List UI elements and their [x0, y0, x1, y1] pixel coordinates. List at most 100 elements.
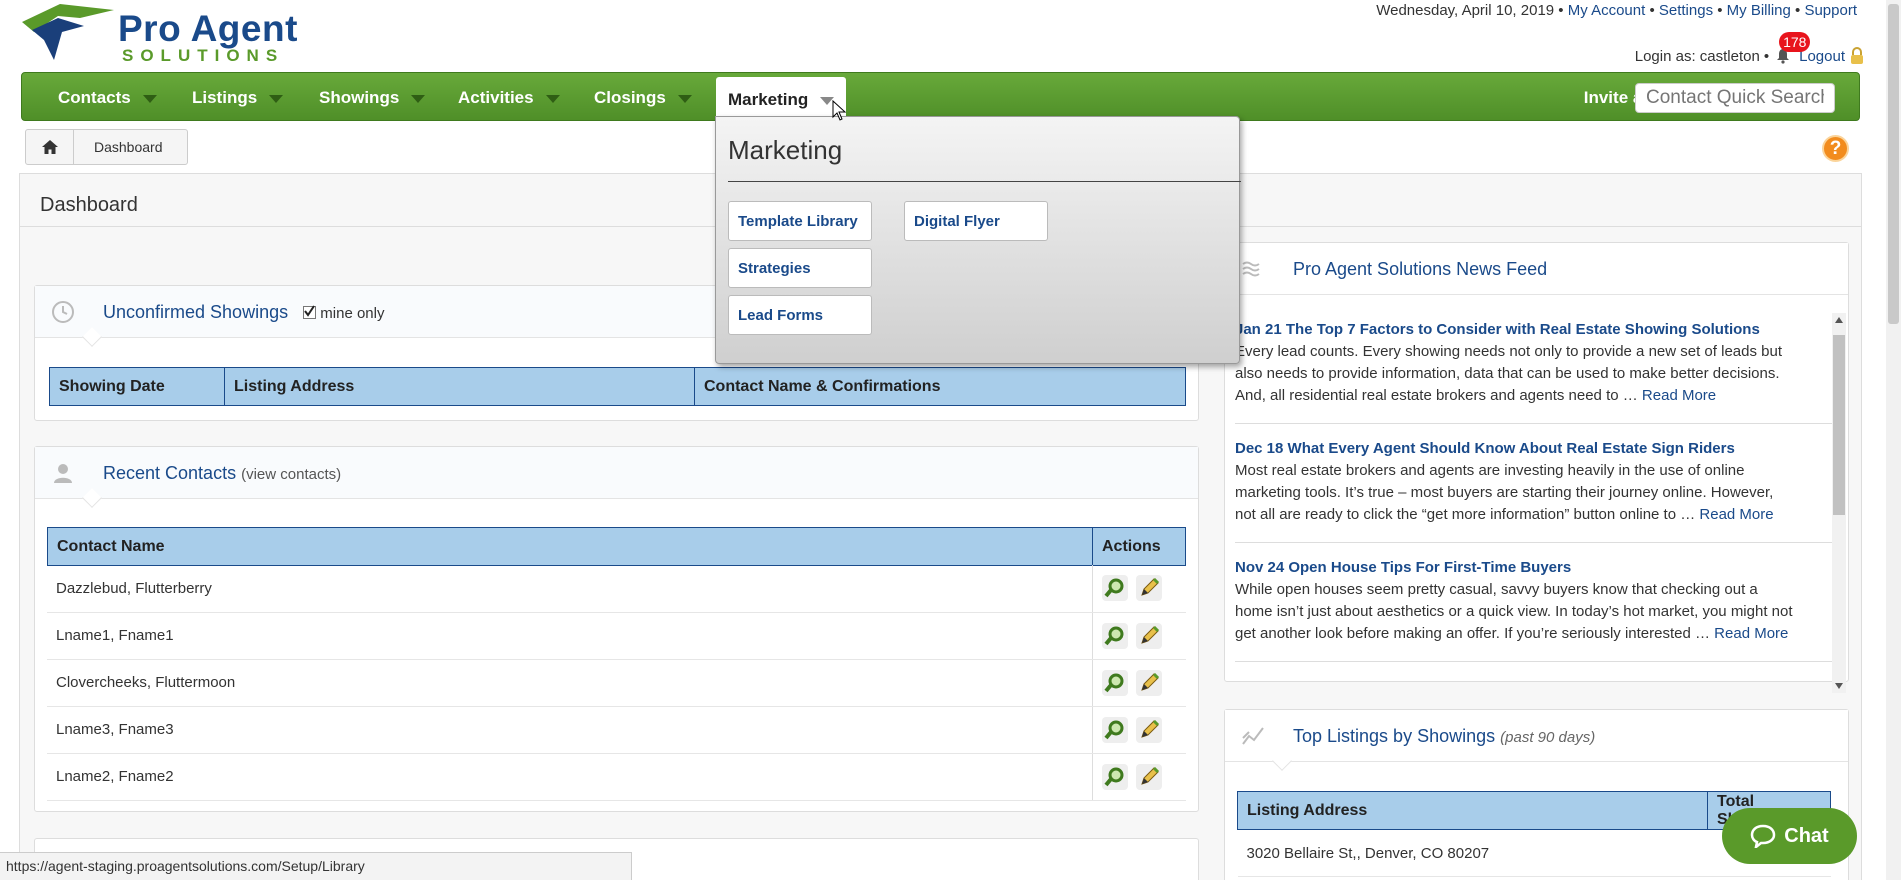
news-headline[interactable]: Jan 21 The Top 7 Factors to Consider wit…	[1235, 321, 1795, 338]
edit-icon[interactable]	[1135, 622, 1162, 649]
scroll-down-icon[interactable]	[1835, 683, 1843, 689]
news-feed-title: Pro Agent Solutions News Feed	[1293, 259, 1548, 279]
read-more-link[interactable]: Read More	[1699, 506, 1773, 523]
digital-flyer-button[interactable]: Digital Flyer	[904, 201, 1048, 241]
contact-name-cell: Lname1, Fname1	[47, 612, 1092, 660]
settings-link[interactable]: Settings	[1659, 2, 1713, 19]
template-library-button[interactable]: Template Library	[728, 201, 872, 241]
nav-contacts[interactable]: Contacts	[58, 73, 157, 122]
actions-cell	[1091, 612, 1186, 660]
contact-name-cell: Lname3, Fname3	[47, 706, 1092, 754]
news-item: Nov 24 Open House Tips For First-Time Bu…	[1235, 559, 1835, 662]
trend-chart-icon	[1242, 727, 1264, 745]
actions-cell	[1091, 753, 1186, 801]
main-nav: Contacts Listings Showings Activities Cl…	[21, 72, 1860, 123]
nav-listings[interactable]: Listings	[192, 73, 284, 122]
news-scrollbar[interactable]	[1832, 313, 1846, 693]
login-row: Login as: castleton • 178 Logout	[1634, 32, 1865, 66]
logo[interactable]: Pro Agent SOLUTIONS	[22, 2, 332, 65]
chat-button[interactable]: Chat	[1722, 808, 1857, 864]
nav-closings[interactable]: Closings	[594, 73, 692, 122]
my-account-link[interactable]: My Account	[1568, 2, 1646, 19]
top-links: Wednesday, April 10, 2019 • My Account •…	[1376, 2, 1857, 19]
col-contact-confirmations[interactable]: Contact Name & Confirmations	[694, 367, 1186, 406]
breadcrumb: Dashboard	[25, 129, 188, 165]
mouse-cursor-icon	[832, 100, 847, 121]
table-row[interactable]: Lname3, Fname3	[47, 706, 1186, 754]
notification-badge: 178	[1779, 32, 1811, 52]
home-icon[interactable]	[26, 130, 74, 164]
col-showing-date[interactable]: Showing Date	[49, 367, 225, 406]
listing-address-cell: 3020 Bellaire St,, Denver, CO 80207	[1237, 829, 1708, 877]
col-listing-address[interactable]: Listing Address	[1237, 791, 1708, 830]
nav-activities[interactable]: Activities	[458, 73, 560, 122]
marketing-dropdown: Marketing Template Library Digital Flyer…	[715, 116, 1241, 364]
mine-only-checkbox[interactable]	[303, 304, 317, 319]
col-actions: Actions	[1092, 527, 1186, 566]
actions-cell	[1091, 565, 1186, 613]
login-label: Login as: castleton	[1634, 47, 1760, 65]
feed-waves-icon	[1242, 261, 1260, 277]
edit-icon[interactable]	[1135, 669, 1162, 696]
top-listings-title: Top Listings by Showings (past 90 days)	[1293, 726, 1596, 746]
caret-down-icon	[677, 94, 692, 103]
logout-link[interactable]: Logout	[1799, 48, 1845, 65]
recent-contacts-table: Contact Name Actions	[47, 527, 1186, 566]
caret-down-icon	[545, 94, 560, 103]
news-item: Dec 18 What Every Agent Should Know Abou…	[1235, 440, 1835, 543]
page: Pro Agent SOLUTIONS Wednesday, April 10,…	[0, 0, 1901, 880]
view-icon[interactable]	[1101, 669, 1128, 696]
nav-showings[interactable]: Showings	[319, 73, 426, 122]
contact-quick-search-input[interactable]	[1635, 83, 1835, 113]
unconfirmed-showings-title: Unconfirmed Showings mine only	[103, 302, 385, 322]
notifications-bell-icon[interactable]: 178	[1773, 32, 1811, 66]
recent-contacts-body: Dazzlebud, Flutterberry Lname1, Fname1 Clo…	[47, 565, 1186, 801]
page-scrollbar[interactable]	[1886, 0, 1901, 880]
chat-bubble-icon	[1751, 824, 1776, 848]
support-link[interactable]: Support	[1804, 2, 1857, 19]
lead-forms-button[interactable]: Lead Forms	[728, 295, 872, 335]
logo-roof-icon	[22, 4, 114, 60]
logo-main-text: Pro Agent	[118, 8, 298, 49]
read-more-link[interactable]: Read More	[1642, 387, 1716, 404]
table-row[interactable]: Dazzlebud, Flutterberry	[47, 565, 1186, 613]
col-listing-address[interactable]: Listing Address	[224, 367, 695, 406]
news-scroll-thumb[interactable]	[1833, 335, 1845, 515]
edit-icon[interactable]	[1135, 575, 1162, 602]
dropdown-title: Marketing	[728, 135, 843, 165]
edit-icon[interactable]	[1135, 716, 1162, 743]
news-item: Jan 21 The Top 7 Factors to Consider wit…	[1235, 321, 1835, 424]
col-contact-name[interactable]: Contact Name	[47, 527, 1093, 566]
date-text: Wednesday, April 10, 2019	[1376, 2, 1555, 19]
actions-cell	[1091, 706, 1186, 754]
my-billing-link[interactable]: My Billing	[1727, 2, 1791, 19]
table-row[interactable]: Clovercheeks, Fluttermoon	[47, 659, 1186, 707]
unconfirmed-showings-table: Showing Date Listing Address Contact Nam…	[49, 367, 1186, 406]
edit-icon[interactable]	[1135, 763, 1162, 790]
view-icon[interactable]	[1101, 716, 1128, 743]
mine-only-label: mine only	[320, 305, 385, 322]
news-headline[interactable]: Nov 24 Open House Tips For First-Time Bu…	[1235, 559, 1795, 576]
logo-sub-text: SOLUTIONS	[122, 46, 285, 65]
help-icon[interactable]: ?	[1822, 135, 1849, 162]
caret-down-icon	[142, 94, 157, 103]
contact-name-cell: Clovercheeks, Fluttermoon	[47, 659, 1092, 707]
table-row[interactable]: Lname2, Fname2	[47, 753, 1186, 801]
strategies-button[interactable]: Strategies	[728, 248, 872, 288]
news-excerpt: While open houses seem pretty casual, sa…	[1235, 581, 1793, 642]
contact-name-cell: Lname2, Fname2	[47, 753, 1092, 801]
scroll-up-icon[interactable]	[1835, 317, 1843, 323]
table-row[interactable]: Lname1, Fname1	[47, 612, 1186, 660]
view-contacts-link[interactable]: (view contacts)	[241, 466, 341, 483]
view-icon[interactable]	[1101, 763, 1128, 790]
read-more-link[interactable]: Read More	[1714, 625, 1788, 642]
news-excerpt: Most real estate brokers and agents are …	[1235, 462, 1774, 523]
clock-icon	[52, 301, 74, 323]
page-scroll-thumb[interactable]	[1888, 4, 1899, 324]
recent-contacts-title: Recent Contacts (view contacts)	[103, 463, 342, 483]
news-headline[interactable]: Dec 18 What Every Agent Should Know Abou…	[1235, 440, 1795, 457]
caret-down-icon	[269, 94, 284, 103]
view-icon[interactable]	[1101, 622, 1128, 649]
view-icon[interactable]	[1101, 575, 1128, 602]
breadcrumb-dashboard[interactable]: Dashboard	[74, 130, 187, 164]
